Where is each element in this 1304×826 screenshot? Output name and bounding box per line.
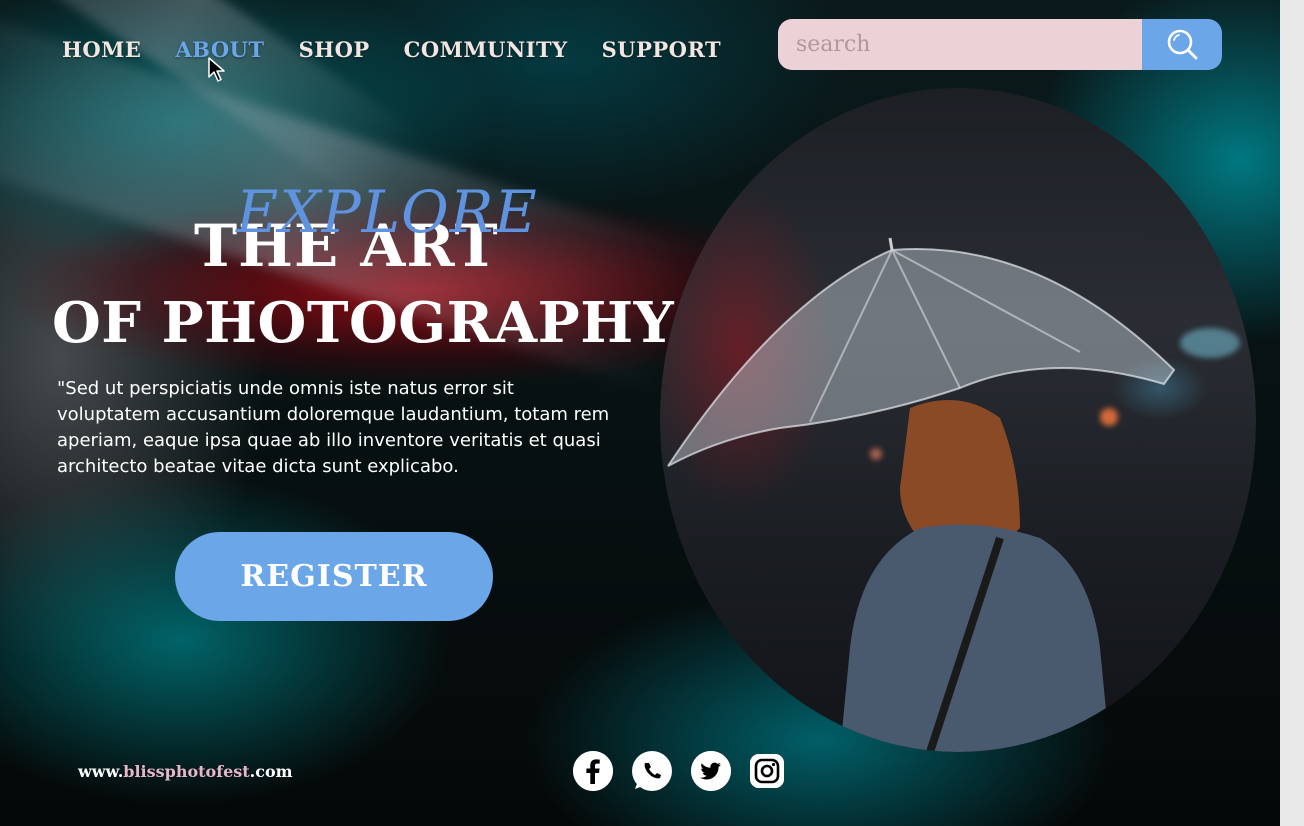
search-button[interactable] xyxy=(1142,19,1222,70)
nav-shop[interactable]: SHOP xyxy=(299,37,370,62)
nav-home[interactable]: HOME xyxy=(62,37,141,62)
hero-kicker: EXPLORE xyxy=(236,178,538,246)
facebook-icon xyxy=(573,751,613,791)
hero-paragraph: "Sed ut perspiciatis unde omnis iste nat… xyxy=(57,378,610,477)
twitter-link[interactable] xyxy=(691,751,731,791)
scrollbar-track[interactable] xyxy=(1280,0,1304,826)
search-bar xyxy=(778,19,1222,70)
hero-title-line2: OF PHOTOGRAPHY xyxy=(52,290,675,356)
whatsapp-icon xyxy=(634,752,671,789)
site-url-domain: blissphotofest xyxy=(123,762,250,781)
facebook-link[interactable] xyxy=(573,751,613,791)
instagram-icon xyxy=(750,754,784,788)
whatsapp-link[interactable] xyxy=(632,751,672,791)
instagram-link[interactable] xyxy=(750,754,784,788)
register-button[interactable]: REGISTER xyxy=(175,532,493,621)
hero-photo xyxy=(660,88,1256,752)
site-url-prefix: www. xyxy=(78,762,124,781)
site-url-suffix: .com xyxy=(249,762,293,781)
site-url[interactable]: www.blissphotofest.com xyxy=(78,762,293,781)
mouse-cursor-icon xyxy=(208,57,225,82)
nav-community[interactable]: COMMUNITY xyxy=(404,37,568,62)
search-input[interactable] xyxy=(778,19,1142,70)
main-nav: HOME ABOUT SHOP COMMUNITY SUPPORT xyxy=(62,37,755,62)
social-links xyxy=(573,751,784,791)
twitter-icon xyxy=(691,751,731,791)
search-icon xyxy=(1167,29,1198,59)
nav-support[interactable]: SUPPORT xyxy=(602,37,722,62)
woman-with-umbrella-illustration xyxy=(667,237,1176,752)
